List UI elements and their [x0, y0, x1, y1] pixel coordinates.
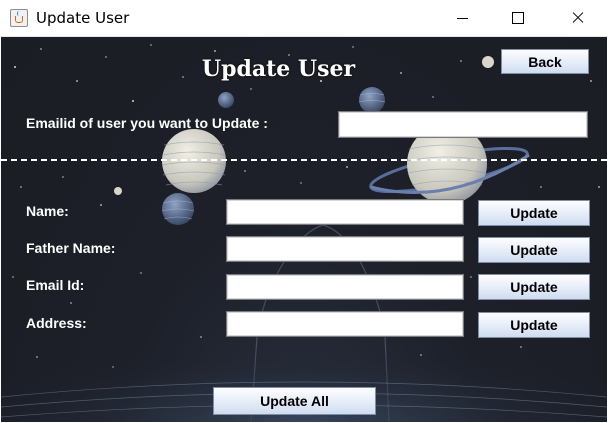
father-name-input[interactable]: [226, 236, 464, 262]
page-title: Update User: [201, 56, 356, 82]
email-id-input[interactable]: [226, 274, 464, 300]
close-icon[interactable]: [554, 0, 600, 36]
maximize-icon[interactable]: [494, 0, 540, 36]
back-button[interactable]: Back: [501, 49, 589, 74]
window-title: Update User: [36, 9, 130, 27]
window-titlebar: Update User: [0, 0, 608, 37]
name-input[interactable]: [226, 199, 464, 225]
update-user-panel: Update User Back Emailid of user you wan…: [1, 37, 607, 422]
name-label: Name:: [26, 203, 69, 219]
section-divider: [1, 159, 607, 161]
update-all-button[interactable]: Update All: [213, 387, 376, 415]
lookup-email-label: Emailid of user you want to Update :: [26, 115, 268, 131]
update-address-button[interactable]: Update: [478, 312, 590, 338]
update-name-button[interactable]: Update: [478, 200, 590, 226]
space-background-image: [1, 44, 607, 422]
address-input[interactable]: [226, 311, 464, 337]
update-email-id-button[interactable]: Update: [478, 274, 590, 300]
father-name-label: Father Name:: [26, 240, 116, 256]
minimize-icon[interactable]: [440, 0, 486, 36]
address-label: Address:: [26, 315, 87, 331]
lookup-email-input[interactable]: [338, 111, 588, 138]
email-id-label: Email Id:: [26, 277, 85, 293]
java-cup-icon: [10, 9, 28, 27]
update-father-name-button[interactable]: Update: [478, 237, 590, 263]
